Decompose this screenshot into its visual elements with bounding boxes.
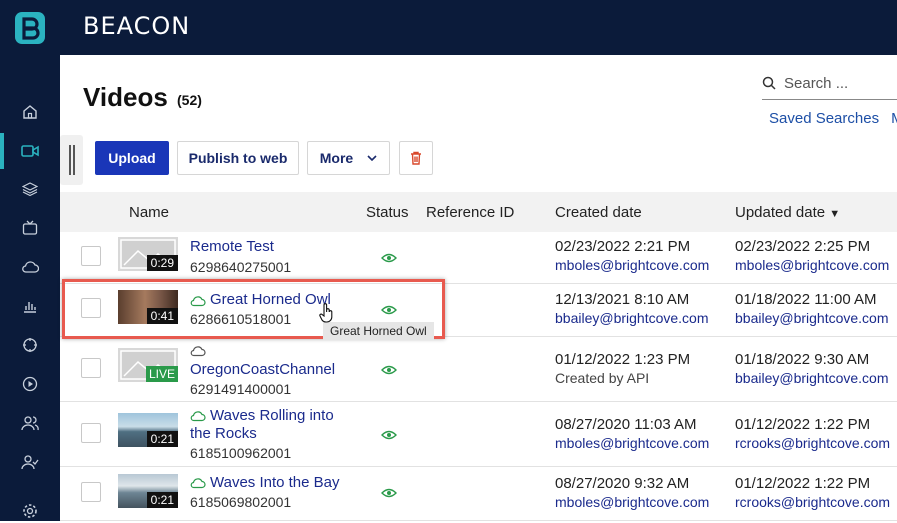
users-icon[interactable] <box>18 411 42 435</box>
publish-to-web-button[interactable]: Publish to web <box>177 141 299 175</box>
status-active-icon <box>381 365 397 375</box>
row-checkbox[interactable] <box>81 358 101 378</box>
upload-button[interactable]: Upload <box>95 141 169 175</box>
column-reference-id[interactable]: Reference ID <box>426 204 514 221</box>
live-badge: LIVE <box>145 366 178 382</box>
updated-by[interactable]: mboles@brightcove.com <box>735 257 889 273</box>
video-title-link[interactable]: Waves Into the Bay <box>210 474 340 492</box>
created-by[interactable]: mboles@brightcove.com <box>555 435 709 451</box>
video-camera-icon <box>21 145 39 157</box>
play-circle-icon[interactable] <box>18 372 42 396</box>
video-title-link[interactable]: Remote Test <box>190 238 274 256</box>
video-id: 6185100962001 <box>190 445 292 461</box>
updated-date: 02/23/2022 2:25 PM <box>735 238 871 255</box>
video-thumbnail[interactable]: LIVE <box>118 348 178 382</box>
status-active-icon <box>381 488 397 498</box>
created-date: 08/27/2020 9:32 AM <box>555 475 690 492</box>
updated-date: 01/18/2022 9:30 AM <box>735 351 870 368</box>
settings-icon[interactable] <box>18 499 42 523</box>
page-title: Videos <box>83 82 168 112</box>
overflow-link[interactable]: M <box>891 110 897 127</box>
duration-badge: 0:21 <box>146 492 178 508</box>
updated-date: 01/18/2022 11:00 AM <box>735 291 877 308</box>
updated-date-label: Updated date <box>735 204 826 221</box>
chevron-down-icon <box>367 155 377 161</box>
updated-by[interactable]: rcrooks@brightcove.com <box>735 435 890 451</box>
sidebar-item-videos[interactable] <box>0 133 60 169</box>
search-input[interactable] <box>784 74 884 92</box>
tv-icon[interactable] <box>18 216 42 240</box>
updated-by[interactable]: bbailey@brightcove.com <box>735 370 889 386</box>
video-title-link[interactable]: OregonCoastChannel <box>190 361 335 379</box>
created-by[interactable]: bbailey@brightcove.com <box>555 310 709 326</box>
table-row[interactable]: LIVE OregonCoastChannel 6291491400001 01… <box>60 337 897 402</box>
video-thumbnail[interactable]: 0:29 <box>118 237 178 271</box>
search-icon <box>762 76 776 90</box>
trash-icon <box>411 151 421 165</box>
cloud-icon <box>190 346 206 357</box>
more-button[interactable]: More <box>307 141 390 175</box>
created-by: Created by API <box>555 370 650 386</box>
created-date: 08/27/2020 11:03 AM <box>555 416 697 433</box>
table-row[interactable]: 0:29 Remote Test 6298640275001 02/23/202… <box>60 232 897 284</box>
video-thumbnail[interactable]: 0:21 <box>118 413 178 447</box>
duration-badge: 0:21 <box>146 431 178 447</box>
column-status[interactable]: Status <box>366 204 409 221</box>
table-header: Name Status Reference ID Created date Up… <box>60 192 897 232</box>
updated-date: 01/12/2022 1:22 PM <box>735 416 871 433</box>
video-id: 6291491400001 <box>190 381 292 397</box>
delete-button[interactable] <box>399 141 433 175</box>
table-row[interactable]: 0:21 Waves Into the Bay 6185069802001 08… <box>60 467 897 521</box>
user-check-icon[interactable] <box>18 450 42 474</box>
saved-searches-label: Saved Searches <box>769 110 880 127</box>
video-id: 6298640275001 <box>190 259 292 275</box>
row-checkbox[interactable] <box>81 482 101 502</box>
row-checkbox[interactable] <box>81 423 101 443</box>
duration-badge: 0:29 <box>146 255 178 271</box>
home-icon[interactable] <box>18 100 42 124</box>
cloud-icon[interactable] <box>18 255 42 279</box>
row-checkbox[interactable] <box>81 246 101 266</box>
created-by[interactable]: mboles@brightcove.com <box>555 494 709 510</box>
analytics-icon[interactable] <box>18 294 42 318</box>
column-updated-date[interactable]: Updated date ▼ <box>735 204 840 221</box>
video-title-link-line-2[interactable]: the Rocks <box>190 425 257 443</box>
video-title-link-line-1[interactable]: Waves Rolling into <box>210 407 334 425</box>
target-icon[interactable] <box>18 333 42 357</box>
video-count: (52) <box>177 92 202 108</box>
cloud-icon <box>190 478 206 489</box>
beacon-logo-icon <box>15 11 45 44</box>
created-date: 12/13/2021 8:10 AM <box>555 291 690 308</box>
created-date: 02/23/2022 2:21 PM <box>555 238 691 255</box>
status-active-icon <box>381 430 397 440</box>
table-row[interactable]: 0:21 Waves Rolling into the Rocks 618510… <box>60 402 897 467</box>
column-name[interactable]: Name <box>129 204 169 221</box>
search-box[interactable] <box>762 67 897 100</box>
logo[interactable] <box>0 0 60 55</box>
updated-by[interactable]: bbailey@brightcove.com <box>735 310 889 326</box>
updated-by[interactable]: rcrooks@brightcove.com <box>735 494 890 510</box>
updated-date: 01/12/2022 1:22 PM <box>735 475 871 492</box>
hand-cursor-icon <box>319 303 333 323</box>
saved-searches-link[interactable]: Saved Searches M <box>769 110 897 127</box>
video-id: 6185069802001 <box>190 494 292 510</box>
more-label: More <box>319 150 354 166</box>
tooltip: Great Horned Owl <box>323 322 434 340</box>
layers-icon[interactable] <box>18 177 42 201</box>
panel-drag-handle[interactable] <box>60 135 83 185</box>
status-active-icon <box>381 253 397 263</box>
created-by[interactable]: mboles@brightcove.com <box>555 257 709 273</box>
active-indicator <box>0 133 4 169</box>
sidebar <box>0 55 60 521</box>
main-content: Videos (52) Saved Searches M Upload Publi… <box>60 55 897 521</box>
created-date: 01/12/2022 1:23 PM <box>555 351 691 368</box>
top-bar: BEACON <box>0 0 897 55</box>
column-created-date[interactable]: Created date <box>555 204 642 221</box>
sort-desc-icon: ▼ <box>829 208 841 220</box>
brand-name: BEACON <box>83 12 191 40</box>
cloud-icon <box>190 411 206 422</box>
video-thumbnail[interactable]: 0:21 <box>118 474 178 508</box>
